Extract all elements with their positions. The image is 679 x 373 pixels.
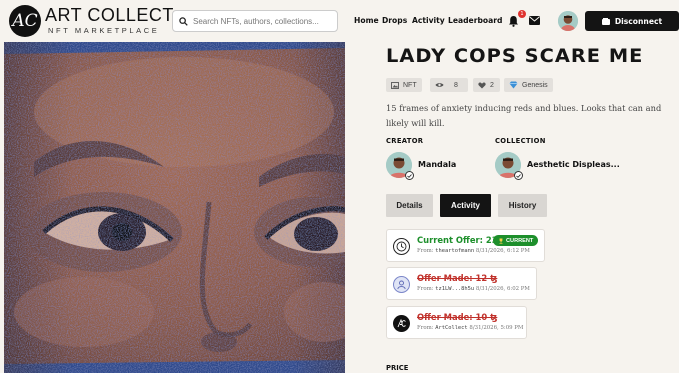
- image-icon: [391, 81, 399, 89]
- offer-from[interactable]: theartofmann: [435, 248, 474, 254]
- nav-home[interactable]: Home: [354, 16, 379, 25]
- nft-artwork[interactable]: [4, 42, 345, 373]
- type-chip-label: NFT: [403, 81, 417, 89]
- price-label: PRICE: [386, 364, 409, 372]
- disconnect-button[interactable]: Disconnect: [585, 11, 679, 31]
- creator-avatar[interactable]: [386, 152, 414, 180]
- offer-title: Offer Made: 12 ꜩ: [417, 273, 498, 283]
- logo-monogram: AC: [12, 11, 38, 31]
- current-badge: CURRENT: [493, 235, 539, 246]
- trophy-icon: [499, 238, 503, 244]
- edition-label: Genesis: [522, 81, 548, 89]
- user-avatar[interactable]: [558, 11, 578, 31]
- search-bar[interactable]: [172, 10, 338, 32]
- tab-history[interactable]: History: [498, 194, 547, 217]
- offer-date: 8/31/2026, 6:12 PM: [475, 248, 530, 254]
- edition-chip: Genesis: [504, 78, 553, 92]
- offer-meta: From: ArtCollect 8/31/2026, 5:09 PM: [417, 325, 523, 331]
- offer-from[interactable]: ArtCollect: [435, 325, 467, 331]
- collection-label: COLLECTION: [495, 137, 546, 145]
- offer-meta: From: tz1LW...8h5u 8/31/2026, 6:02 PM: [417, 286, 530, 292]
- nft-title: LADY COPS SCARE ME: [386, 45, 644, 67]
- likes-chip[interactable]: 2: [473, 78, 500, 92]
- disconnect-label: Disconnect: [614, 16, 663, 26]
- offer-from[interactable]: tz1LW...8h5u: [435, 286, 474, 292]
- collection-name[interactable]: Aesthetic Displeas...: [527, 160, 620, 169]
- mail-icon[interactable]: [529, 16, 540, 25]
- offer-card[interactable]: Offer Made: 12 ꜩ From: tz1LW...8h5u 8/31…: [386, 267, 537, 300]
- verified-check-icon: [405, 171, 414, 180]
- nft-description: 15 frames of anxiety inducing reds and b…: [386, 103, 662, 128]
- wallet-icon: [601, 17, 610, 25]
- likes-count: 2: [490, 81, 494, 89]
- logo-subtitle: NFT MARKETPLACE: [48, 26, 160, 35]
- creator-name[interactable]: Mandala: [418, 160, 456, 169]
- offer-date: 8/31/2026, 5:09 PM: [469, 325, 524, 331]
- offer-title: Offer Made: 10 ꜩ: [417, 312, 498, 322]
- heart-icon: [478, 81, 486, 88]
- search-icon: [179, 16, 188, 26]
- clock-icon: [393, 238, 410, 255]
- eye-icon: [435, 83, 444, 87]
- verified-check-icon: [514, 171, 523, 180]
- creator-label: CREATOR: [386, 137, 424, 145]
- nav-leaderboard[interactable]: Leaderboard: [448, 16, 502, 25]
- offer-meta: From: theartofmann 8/31/2026, 6:12 PM: [417, 248, 530, 254]
- tab-activity[interactable]: Activity: [440, 194, 491, 217]
- nav-drops[interactable]: Drops: [382, 16, 407, 25]
- notification-badge: 1: [518, 10, 526, 18]
- user-icon: [393, 276, 410, 293]
- offer-from-label: From:: [417, 325, 434, 331]
- tab-details[interactable]: Details: [386, 194, 433, 217]
- offer-from-label: From:: [417, 248, 434, 254]
- offer-date: 8/31/2026, 6:02 PM: [475, 286, 530, 292]
- current-badge-label: CURRENT: [506, 237, 534, 244]
- art-collect-logo-icon: [393, 315, 410, 332]
- collection-avatar[interactable]: [495, 152, 523, 180]
- offer-from-label: From:: [417, 286, 434, 292]
- offer-card-current[interactable]: Current Offer: 23 ꜩ CURRENT From: theart…: [386, 229, 545, 262]
- logo-title[interactable]: ART COLLECT: [45, 5, 174, 25]
- views-chip: 8: [430, 78, 468, 92]
- diamond-icon: [509, 81, 518, 89]
- search-input[interactable]: [193, 16, 333, 26]
- logo-mark[interactable]: AC: [9, 5, 41, 37]
- views-count: 8: [454, 81, 458, 89]
- nav-activity[interactable]: Activity: [412, 16, 445, 25]
- type-chip: NFT: [386, 78, 422, 92]
- bell-icon[interactable]: [508, 15, 519, 27]
- offer-card[interactable]: Offer Made: 10 ꜩ From: ArtCollect 8/31/2…: [386, 306, 527, 339]
